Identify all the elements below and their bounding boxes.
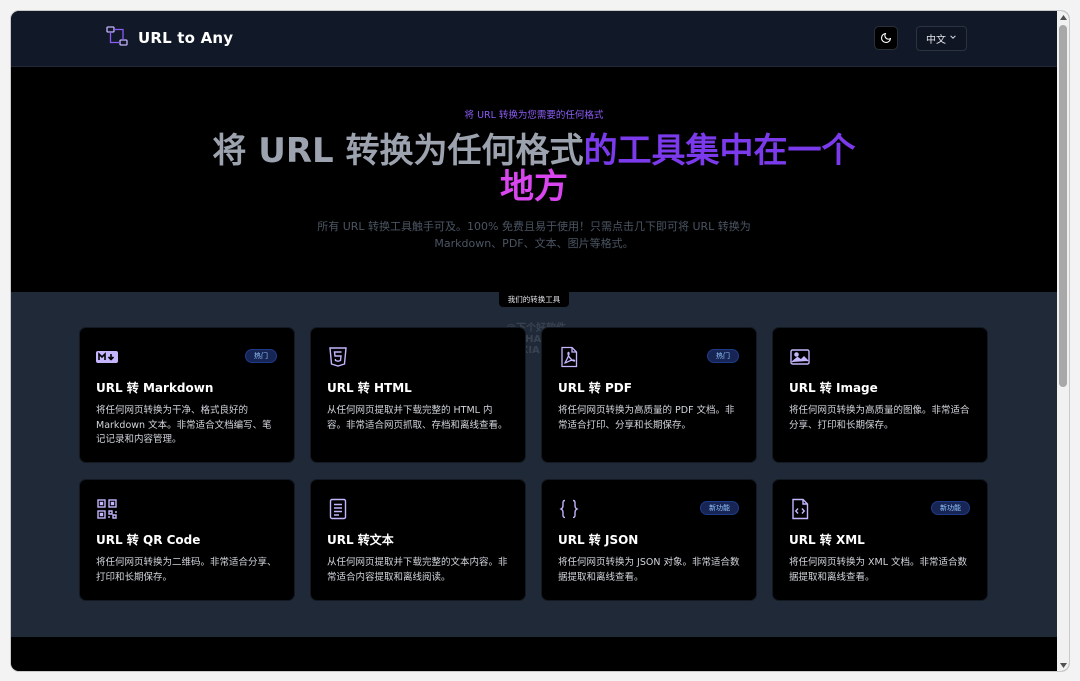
image-icon <box>789 346 811 368</box>
tag-hot: 热门 <box>707 349 739 363</box>
tag-new: 新功能 <box>931 501 970 515</box>
xml-file-icon <box>789 498 811 520</box>
tools-section: 我们的转换工具 @下个好软件 XIAHAO.VC ////XIA.VC 热门 U… <box>11 291 1057 637</box>
qr-code-icon <box>96 498 118 520</box>
tag-hot: 热门 <box>245 349 277 363</box>
scroll-down-icon[interactable] <box>1057 659 1069 671</box>
brand-name: URL to Any <box>138 29 234 47</box>
card-description: 将任何网页转换为高质量的 PDF 文档。非常适合打印、分享和长期保存。 <box>558 405 735 431</box>
tool-card-html[interactable]: URL 转 HTML 从任何网页提取并下载完整的 HTML 内容。非常适合网页抓… <box>310 327 526 463</box>
card-title: URL 转文本 <box>327 533 394 547</box>
section-label: 我们的转换工具 <box>499 291 569 307</box>
hero-title: 将 URL 转换为任何格式的工具集中在一个 地方 <box>204 133 864 205</box>
card-title: URL 转 Image <box>789 381 878 395</box>
card-title: URL 转 QR Code <box>96 533 201 547</box>
tool-card-image[interactable]: URL 转 Image 将任何网页转换为高质量的图像。非常适合分享、打印和长期保… <box>772 327 988 463</box>
hero-title-part3: 地方 <box>500 167 568 207</box>
hero-title-part1: 将 URL 转换为任何格式 <box>212 131 584 171</box>
card-description: 将任何网页转换为 JSON 对象。非常适合数据提取和离线查看。 <box>558 557 740 583</box>
tag-new: 新功能 <box>700 501 739 515</box>
hero-title-part2: 的工具集中在一个 <box>583 131 856 171</box>
brand-link[interactable]: URL to Any <box>106 25 233 51</box>
chevron-down-icon <box>949 33 957 44</box>
hero-kicker: 将 URL 转换为您需要的任何格式 <box>464 110 604 121</box>
card-description: 将任何网页转换为高质量的图像。非常适合分享、打印和长期保存。 <box>789 405 970 431</box>
hero-description: 所有 URL 转换工具触手可及。100% 免费且易于使用！只需点击几下即可将 U… <box>317 220 751 250</box>
scrollbar-thumb[interactable] <box>1059 25 1067 387</box>
card-description: 将任何网页转换为干净、格式良好的 Markdown 文本。非常适合文档编写、笔记… <box>96 405 272 445</box>
html5-icon <box>327 346 349 368</box>
moon-icon <box>880 29 892 48</box>
page-viewport: URL to Any 中文 将 URL 转换为您需要的任何格式 将 URL 转换… <box>11 11 1057 671</box>
language-label: 中文 <box>926 35 946 46</box>
tool-card-pdf[interactable]: 热门 URL 转 PDF 将任何网页转换为高质量的 PDF 文档。非常适合打印、… <box>541 327 757 463</box>
card-title: URL 转 JSON <box>558 533 639 547</box>
theme-toggle-button[interactable] <box>874 26 898 50</box>
card-description: 从任何网页提取并下载完整的文本内容。非常适合内容提取和离线阅读。 <box>327 557 508 583</box>
language-select[interactable]: 中文 <box>916 26 967 51</box>
card-description: 将任何网页转换为二维码。非常适合分享、打印和长期保存。 <box>96 557 277 583</box>
pdf-icon <box>558 346 580 368</box>
json-braces-icon <box>558 498 580 520</box>
tool-card-qr-code[interactable]: URL 转 QR Code 将任何网页转换为二维码。非常适合分享、打印和长期保存… <box>79 479 295 601</box>
page-scrollbar[interactable] <box>1057 11 1069 671</box>
hero-section: 将 URL 转换为您需要的任何格式 将 URL 转换为任何格式的工具集中在一个地… <box>11 67 1057 292</box>
scroll-up-icon[interactable] <box>1057 11 1069 23</box>
browser-window: URL to Any 中文 将 URL 转换为您需要的任何格式 将 URL 转换… <box>11 11 1069 671</box>
text-document-icon <box>327 498 349 520</box>
card-description: 将任何网页转换为 XML 文档。非常适合数据提取和离线查看。 <box>789 557 968 583</box>
footer-section <box>11 637 1057 671</box>
card-title: URL 转 XML <box>789 533 865 547</box>
card-description: 从任何网页提取并下载完整的 HTML 内容。非常适合网页抓取、存档和离线查看。 <box>327 405 508 431</box>
tool-card-json[interactable]: 新功能 URL 转 JSON 将任何网页转换为 JSON 对象。非常适合数据提取… <box>541 479 757 601</box>
tool-card-xml[interactable]: 新功能 URL 转 XML 将任何网页转换为 XML 文档。非常适合数据提取和离… <box>772 479 988 601</box>
tool-card-markdown[interactable]: 热门 URL 转 Markdown 将任何网页转换为干净、格式良好的 Markd… <box>79 327 295 463</box>
logo-icon <box>106 25 128 51</box>
card-title: URL 转 HTML <box>327 381 412 395</box>
card-title: URL 转 Markdown <box>96 381 214 395</box>
markdown-icon <box>96 346 118 368</box>
tool-card-text[interactable]: URL 转文本 从任何网页提取并下载完整的文本内容。非常适合内容提取和离线阅读。 <box>310 479 526 601</box>
card-title: URL 转 PDF <box>558 381 632 395</box>
site-header: URL to Any 中文 <box>11 11 1057 67</box>
